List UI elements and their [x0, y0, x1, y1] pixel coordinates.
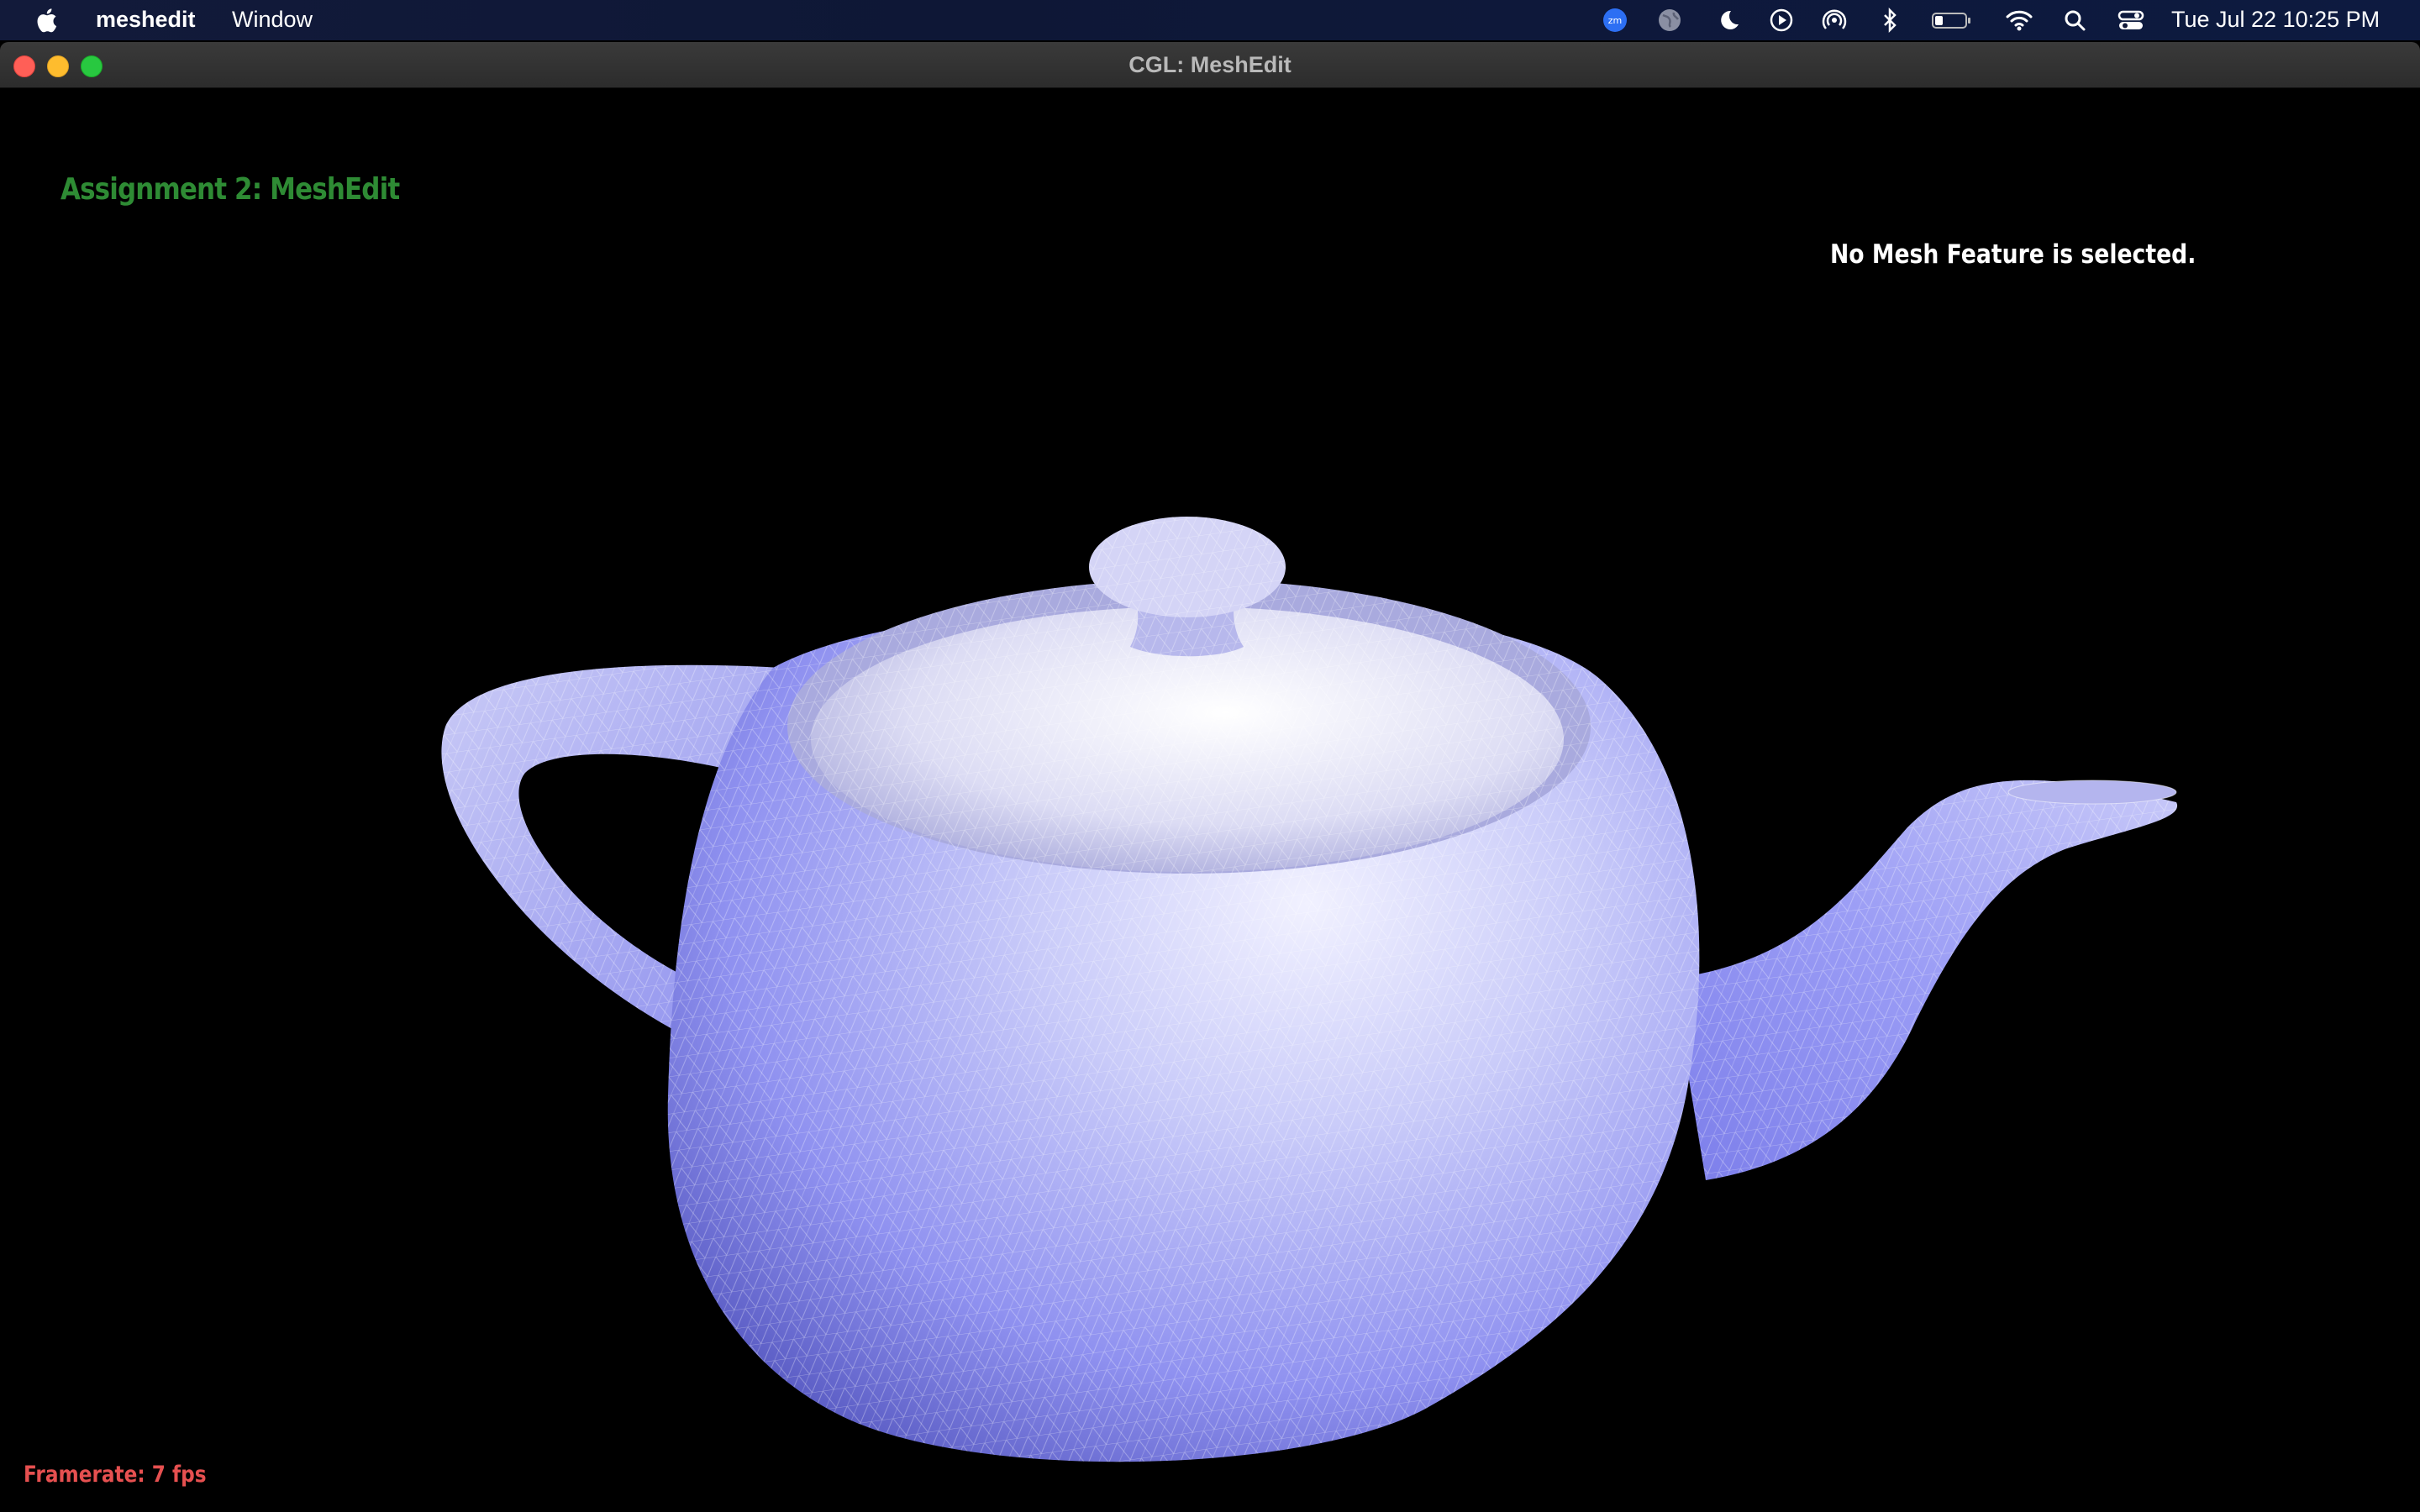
zoom-icon[interactable]: zm [1601, 7, 1629, 34]
framerate-readout: Framerate: 7 fps [24, 1462, 207, 1488]
selection-status-text: No Mesh Feature is selected. [1830, 239, 2196, 270]
svg-text:zm: zm [1608, 15, 1623, 26]
play-icon[interactable] [1767, 7, 1796, 34]
bluetooth-icon[interactable] [1876, 7, 1904, 34]
battery-icon[interactable] [1931, 7, 1973, 34]
control-center-icon[interactable] [2117, 7, 2145, 34]
menu-bar-clock[interactable]: Tue Jul 22 10:25 PM [2171, 7, 2380, 33]
assignment-title: Assignment 2: MeshEdit [60, 172, 400, 207]
opengl-viewport[interactable]: Assignment 2: MeshEdit No Mesh Feature i… [0, 88, 2420, 1512]
window-titlebar[interactable]: CGL: MeshEdit [0, 42, 2420, 88]
app-window: CGL: MeshEdit Assignment 2: MeshEdit No … [0, 42, 2420, 1512]
app-name-menu[interactable]: meshedit [96, 7, 196, 33]
moon-icon[interactable] [1714, 7, 1743, 34]
wifi-icon[interactable] [2005, 7, 2033, 34]
airdrop-icon[interactable] [1820, 7, 1849, 34]
apple-logo-icon[interactable] [34, 5, 62, 35]
window-menu[interactable]: Window [232, 7, 313, 33]
window-title: CGL: MeshEdit [1128, 52, 1292, 77]
macos-menu-bar: meshedit Window zm Tue Jul 22 10:25 PM [0, 0, 2420, 40]
search-icon[interactable] [2061, 7, 2090, 34]
globe-icon[interactable] [1655, 7, 1684, 34]
teapot-mesh[interactable] [0, 88, 2420, 1512]
